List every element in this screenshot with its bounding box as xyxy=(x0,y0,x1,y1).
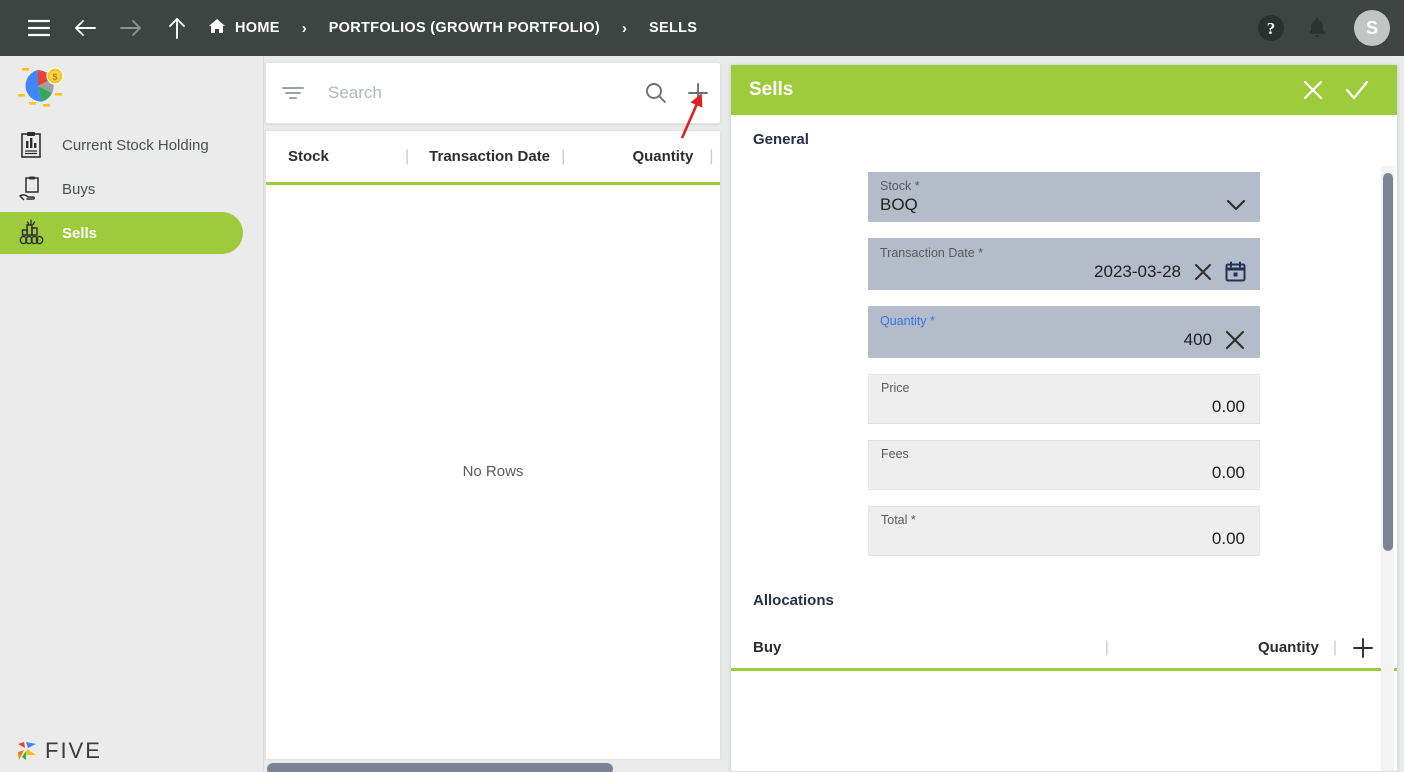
field-total[interactable]: Total * 0.00 xyxy=(868,506,1260,556)
sidebar-item-label: Buys xyxy=(62,180,96,198)
close-icon[interactable] xyxy=(1291,65,1335,115)
column-separator: | xyxy=(405,147,410,165)
sidebar-item-sells[interactable]: Sells xyxy=(0,212,243,254)
allocations-header-row: Buy | Quantity | xyxy=(731,627,1397,671)
breadcrumb-item-portfolios[interactable]: PORTFOLIOS (GROWTH PORTFOLIO) xyxy=(327,20,602,36)
allocations-column-buy[interactable]: Buy xyxy=(753,639,1105,656)
breadcrumb-label: SELLS xyxy=(649,20,698,36)
search-bar xyxy=(265,62,721,124)
help-icon[interactable]: ? xyxy=(1258,15,1284,41)
breadcrumb: HOME › PORTFOLIOS (GROWTH PORTFOLIO) › S… xyxy=(206,0,699,56)
column-header-transaction-date[interactable]: Transaction Date xyxy=(429,130,559,184)
sidebar-item-label: Sells xyxy=(62,224,98,242)
field-label: Total * xyxy=(881,512,916,527)
save-check-icon[interactable] xyxy=(1335,65,1379,115)
top-navigation-bar: HOME › PORTFOLIOS (GROWTH PORTFOLIO) › S… xyxy=(0,0,1404,56)
breadcrumb-item-sells[interactable]: SELLS xyxy=(647,20,699,36)
add-allocation-plus-icon[interactable] xyxy=(1351,636,1375,660)
search-icon[interactable] xyxy=(636,82,676,104)
field-label: Price xyxy=(881,380,910,395)
breadcrumb-separator: › xyxy=(622,19,627,37)
field-value: BOQ xyxy=(880,194,918,214)
form-title: Sells xyxy=(749,79,794,100)
application-window: HOME › PORTFOLIOS (GROWTH PORTFOLIO) › S… xyxy=(0,0,1404,772)
home-icon xyxy=(208,18,226,38)
back-arrow-icon[interactable] xyxy=(62,0,108,56)
up-arrow-icon[interactable] xyxy=(154,0,200,56)
form-fields: Stock * BOQ Transaction Date * 2023-03-2… xyxy=(731,172,1397,556)
svg-text:$: $ xyxy=(52,72,57,82)
breadcrumb-label: PORTFOLIOS (GROWTH PORTFOLIO) xyxy=(328,20,600,36)
field-label: Stock * xyxy=(880,178,920,193)
breadcrumb-item-home[interactable]: HOME xyxy=(206,18,282,38)
field-label: Quantity * xyxy=(880,313,935,328)
sidebar: $ Current Stock Holding Buys Sells FIVE xyxy=(0,56,264,772)
column-separator: | xyxy=(561,147,566,165)
field-transaction-date[interactable]: Transaction Date * 2023-03-28 xyxy=(868,238,1260,290)
list-horizontal-scrollbar[interactable] xyxy=(265,760,721,772)
five-brand-logo: FIVE xyxy=(14,738,102,764)
sidebar-item-buys[interactable]: Buys xyxy=(0,168,264,210)
add-record-plus-icon[interactable] xyxy=(676,81,720,105)
clear-icon[interactable] xyxy=(1193,262,1213,282)
breadcrumb-separator: › xyxy=(301,19,307,37)
sidebar-item-label: Current Stock Holding xyxy=(62,136,209,154)
breadcrumb-label: HOME xyxy=(235,20,280,36)
field-value: 0.00 xyxy=(1211,462,1245,482)
calendar-icon[interactable] xyxy=(1225,261,1246,282)
allocations-rows xyxy=(731,671,1397,715)
scrollbar-thumb[interactable] xyxy=(1383,173,1393,551)
clipboard-chart-icon xyxy=(14,130,48,160)
sidebar-item-current-stock-holding[interactable]: Current Stock Holding xyxy=(0,124,264,166)
sells-form-panel: Sells General Stock * BOQ Transaction Da… xyxy=(730,64,1398,772)
filter-icon[interactable] xyxy=(282,86,308,100)
sidebar-nav: Current Stock Holding Buys Sells xyxy=(0,124,264,256)
field-label: Fees xyxy=(881,446,909,461)
column-header-quantity[interactable]: Quantity xyxy=(583,130,693,184)
field-fees[interactable]: Fees 0.00 xyxy=(868,440,1260,490)
empty-state-message: No Rows xyxy=(462,463,524,480)
field-value: 400 xyxy=(1183,329,1212,349)
field-price[interactable]: Price 0.00 xyxy=(868,374,1260,424)
list-pane: Stock | Transaction Date | Quantity | No… xyxy=(264,56,724,772)
form-body: General Stock * BOQ Transaction Date * 2… xyxy=(731,115,1397,771)
coins-stack-icon xyxy=(14,218,48,248)
field-value: 0.00 xyxy=(1211,396,1245,416)
grid-header-row: Stock | Transaction Date | Quantity | xyxy=(266,131,720,185)
portfolio-pie-logo-icon: $ xyxy=(16,64,68,112)
hand-clipboard-icon xyxy=(14,174,48,204)
avatar[interactable]: S xyxy=(1354,10,1390,46)
column-separator: | xyxy=(1332,638,1337,656)
field-value: 2023-03-28 xyxy=(1094,261,1181,281)
field-quantity[interactable]: Quantity * 400 xyxy=(868,306,1260,358)
form-header: Sells xyxy=(731,65,1397,115)
column-separator: | xyxy=(709,147,714,165)
section-title-general: General xyxy=(753,131,809,148)
field-stock[interactable]: Stock * BOQ xyxy=(868,172,1260,222)
scrollbar-thumb[interactable] xyxy=(267,763,613,772)
five-mark-icon xyxy=(18,742,36,760)
clear-icon[interactable] xyxy=(1224,329,1246,351)
field-value: 0.00 xyxy=(1211,528,1245,548)
topbar-actions: ? S xyxy=(1258,0,1390,56)
five-logo-text: FIVE xyxy=(45,738,102,763)
hamburger-icon[interactable] xyxy=(16,0,62,56)
allocations-column-quantity[interactable]: Quantity xyxy=(1109,639,1319,656)
column-header-stock[interactable]: Stock xyxy=(288,130,403,184)
grid-body: No Rows xyxy=(266,185,720,758)
search-input[interactable] xyxy=(328,83,636,103)
records-grid: Stock | Transaction Date | Quantity | No… xyxy=(265,130,721,760)
bell-icon[interactable] xyxy=(1306,16,1328,40)
section-title-allocations: Allocations xyxy=(753,592,834,609)
chevron-down-icon[interactable] xyxy=(1226,198,1246,212)
forward-arrow-icon[interactable] xyxy=(108,0,154,56)
field-label: Transaction Date * xyxy=(880,245,984,260)
